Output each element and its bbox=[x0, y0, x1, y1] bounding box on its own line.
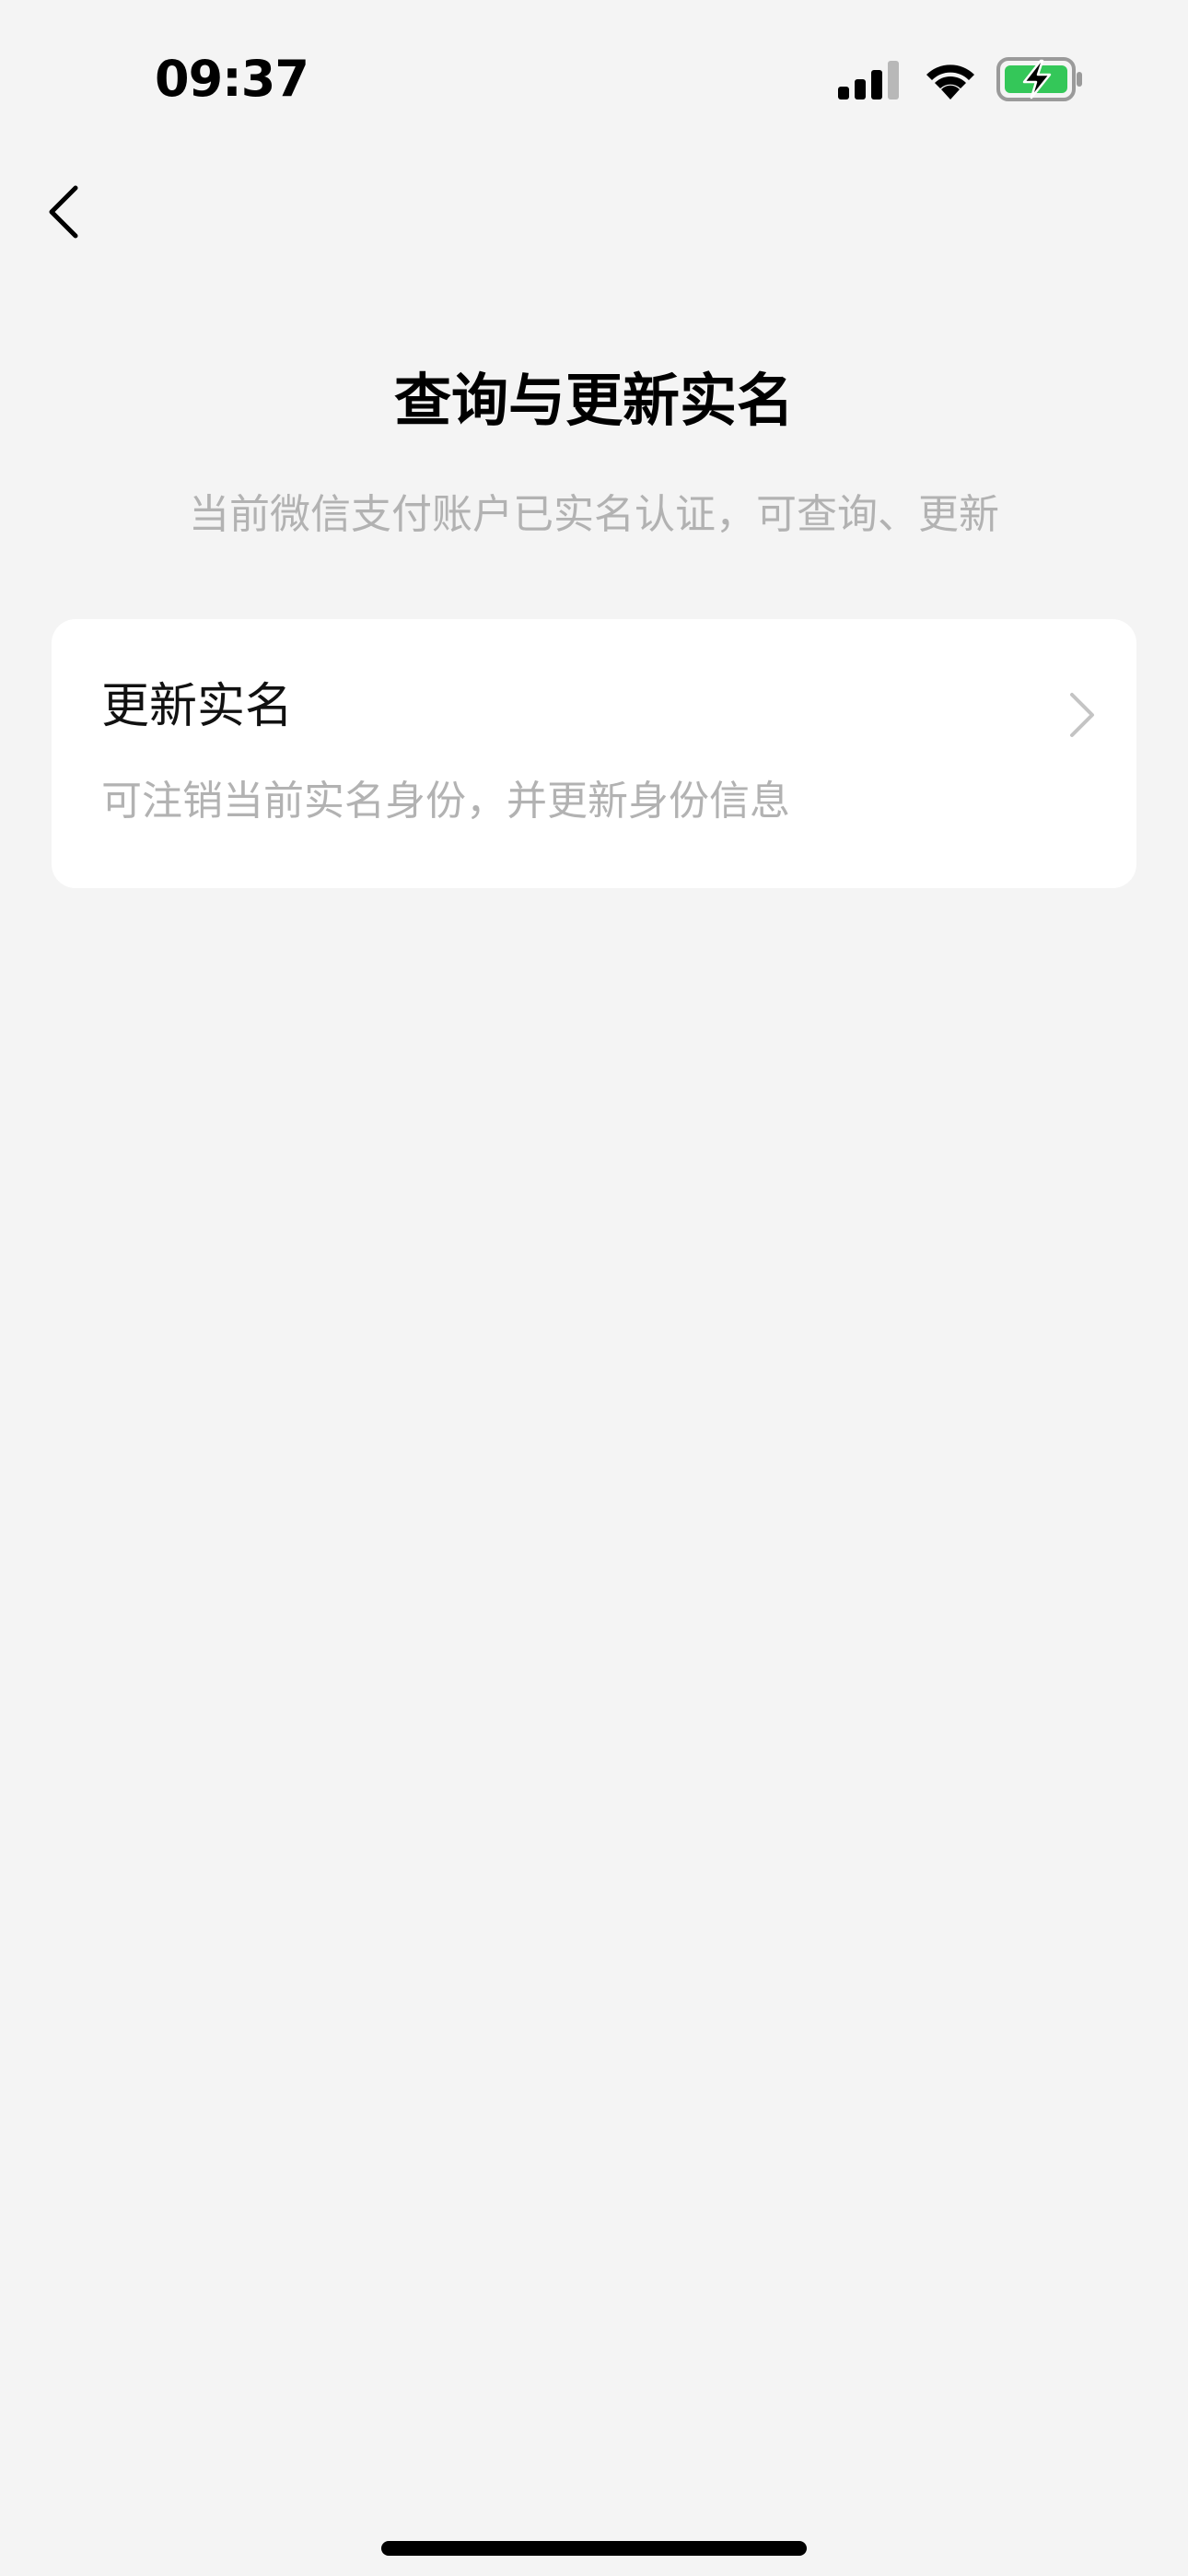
page-title: 查询与更新实名 bbox=[393, 367, 794, 434]
cellular-signal-icon bbox=[838, 61, 899, 100]
wifi-icon bbox=[926, 64, 974, 100]
home-indicator bbox=[381, 2541, 807, 2556]
status-time: 09:37 bbox=[155, 50, 309, 108]
status-icons bbox=[838, 55, 1087, 107]
update-real-name-option[interactable]: 更新实名 可注销当前实名身份，并更新身份信息 bbox=[52, 619, 1136, 888]
option-title: 更新实名 bbox=[101, 679, 294, 734]
chevron-left-icon bbox=[49, 185, 78, 239]
page-subtitle: 当前微信支付账户已实名认证，可查询、更新 bbox=[189, 491, 999, 538]
option-description: 可注销当前实名身份，并更新身份信息 bbox=[101, 778, 790, 825]
status-bar: 09:37 bbox=[0, 0, 1188, 157]
battery-charging-icon bbox=[996, 57, 1082, 101]
back-button[interactable] bbox=[37, 175, 111, 249]
chevron-right-icon bbox=[1070, 693, 1094, 737]
